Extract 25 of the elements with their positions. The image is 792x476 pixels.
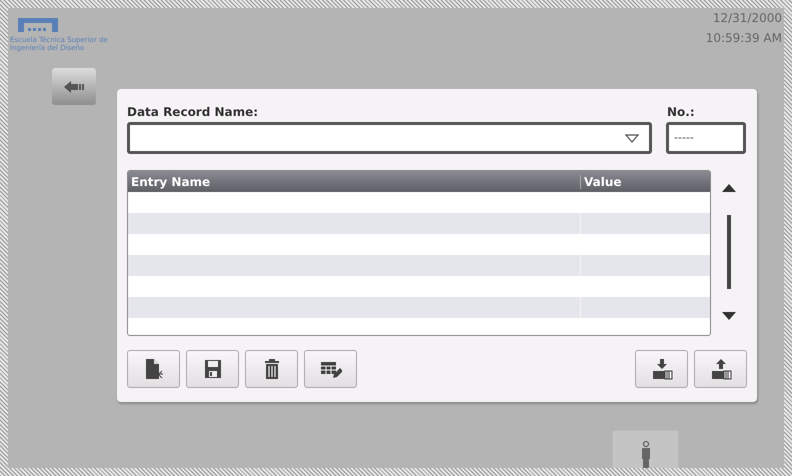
number-field[interactable]: ----- xyxy=(666,122,746,154)
import-button[interactable] xyxy=(635,350,688,388)
logo-icon xyxy=(16,16,60,34)
new-record-button[interactable] xyxy=(127,350,180,388)
person-icon xyxy=(640,441,652,468)
date-text: 12/31/2000 xyxy=(712,11,782,25)
delete-button[interactable] xyxy=(245,350,298,388)
column-header: Value xyxy=(580,174,710,188)
record-name-dropdown[interactable] xyxy=(127,122,652,154)
edit-table-button[interactable] xyxy=(304,350,357,388)
record-name-label: Data Record Name: xyxy=(127,105,258,119)
column-header: Entry Name xyxy=(130,174,212,188)
dropdown-caret-icon xyxy=(625,134,639,142)
export-button[interactable] xyxy=(694,350,747,388)
user-button[interactable] xyxy=(612,430,679,468)
back-arrow-icon xyxy=(64,80,84,92)
scroll-down-icon[interactable] xyxy=(722,312,736,320)
upload-from-device-icon xyxy=(710,358,732,380)
save-button[interactable] xyxy=(186,350,239,388)
back-button[interactable] xyxy=(52,68,96,105)
number-label: No.: xyxy=(667,105,696,119)
scroll-up-icon[interactable] xyxy=(722,184,736,192)
scroll-thumb[interactable] xyxy=(727,215,731,289)
download-to-device-icon xyxy=(650,358,672,380)
time-text: 10:59:39 AM xyxy=(706,31,782,45)
